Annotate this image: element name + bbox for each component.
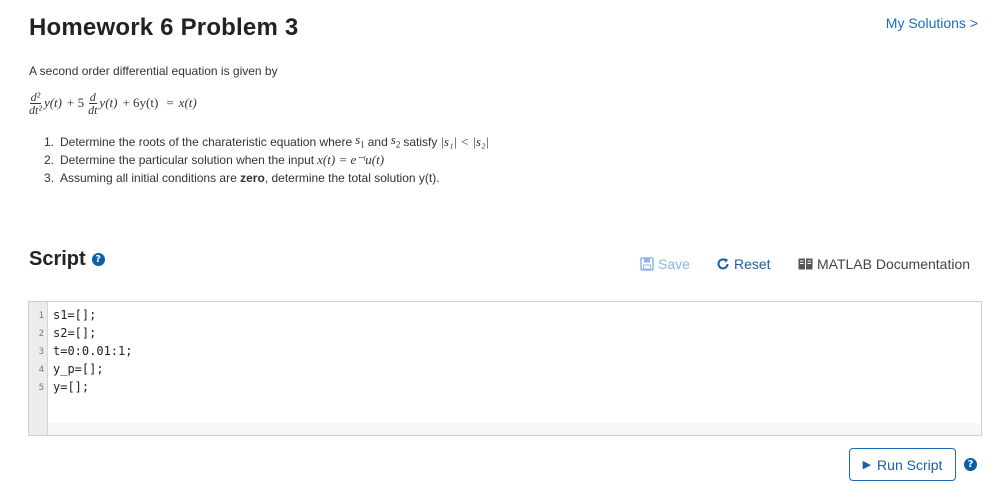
horizontal-scrollbar[interactable] — [48, 423, 981, 435]
line-number: 3 — [38, 347, 44, 357]
code-line[interactable]: s2=[]; — [53, 326, 96, 340]
task-text: Assuming all initial conditions are — [60, 171, 237, 185]
task-item-2: 2. Determine the particular solution whe… — [44, 151, 492, 169]
code-editor[interactable]: 1 2 3 4 5 s1=[]; s2=[]; t=0:0.01:1; y_p=… — [28, 301, 982, 436]
first-derivative-operator: d dt — [88, 91, 97, 116]
d-numerator: d — [88, 89, 97, 104]
run-help-icon[interactable]: ? — [964, 458, 977, 471]
input-signal: x(t) = e⁻ᵗu(t) — [317, 152, 385, 167]
eq-equals: = — [166, 95, 174, 110]
line-number: 4 — [38, 365, 44, 375]
code-line[interactable]: y=[]; — [53, 380, 89, 394]
task-number: 2. — [44, 153, 55, 167]
script-heading: Script ? — [29, 248, 105, 271]
eq-term-1: y(t) — [43, 95, 62, 110]
my-solutions-link[interactable]: My Solutions > — [886, 15, 978, 31]
code-line[interactable]: t=0:0.01:1; — [53, 344, 132, 358]
eq-term-2: y(t) — [99, 95, 118, 110]
play-icon: ▶ — [862, 459, 872, 471]
task-text-bold: zero — [240, 171, 265, 185]
page-title: Homework 6 Problem 3 — [29, 14, 299, 41]
task-number: 1. — [44, 135, 55, 149]
d2-denominator: dt² — [29, 102, 42, 117]
doc-label: MATLAB Documentation — [817, 256, 971, 272]
task-text: Determine the particular solution when t… — [60, 153, 315, 167]
problem-intro: A second order differential equation is … — [29, 64, 278, 78]
run-script-button[interactable]: ▶ Run Script — [849, 448, 956, 481]
reset-icon — [717, 258, 729, 270]
second-derivative-operator: d² dt² — [29, 91, 42, 116]
save-icon — [640, 257, 654, 271]
eq-plus-1: + 5 — [66, 95, 85, 110]
s1-symbol: s1 — [355, 131, 365, 150]
book-icon — [798, 258, 813, 270]
eq-rhs: x(t) — [178, 95, 197, 110]
save-label: Save — [658, 256, 690, 272]
task-text-end: , determine the total solution y(t). — [264, 171, 440, 185]
line-number: 1 — [38, 311, 44, 321]
line-number: 2 — [38, 329, 44, 339]
task-item-3: 3. Assuming all initial conditions are z… — [44, 169, 492, 187]
d2-numerator: d² — [29, 89, 42, 104]
differential-equation: d² dt² y(t) + 5 d dt y(t) + 6y(t) = x(t) — [29, 86, 198, 120]
s2-symbol: s2 — [390, 131, 401, 150]
task-text: Determine the roots of the charateristic… — [60, 135, 353, 149]
code-line[interactable]: s1=[]; — [53, 308, 96, 322]
d-denominator: dt — [88, 102, 98, 117]
line-number: 5 — [38, 383, 44, 393]
task-list: 1. Determine the roots of the charateris… — [44, 131, 492, 187]
run-script-label: Run Script — [877, 456, 943, 473]
code-line[interactable]: y_p=[]; — [53, 362, 104, 376]
eq-plus-2: + 6y(t) — [122, 95, 159, 110]
script-heading-label: Script — [29, 248, 86, 270]
save-button[interactable]: Save — [640, 256, 690, 272]
task-item-1: 1. Determine the roots of the charateris… — [44, 131, 492, 151]
task-text-satisfy: satisfy — [403, 135, 438, 149]
script-help-icon[interactable]: ? — [91, 253, 105, 266]
root-inequality: |s₁| < |s₂| — [440, 134, 490, 149]
reset-button[interactable]: Reset — [716, 256, 771, 272]
task-text-and: and — [367, 135, 388, 149]
reset-label: Reset — [734, 256, 771, 272]
task-number: 3. — [44, 171, 55, 185]
matlab-documentation-link[interactable]: MATLAB Documentation — [798, 256, 970, 272]
